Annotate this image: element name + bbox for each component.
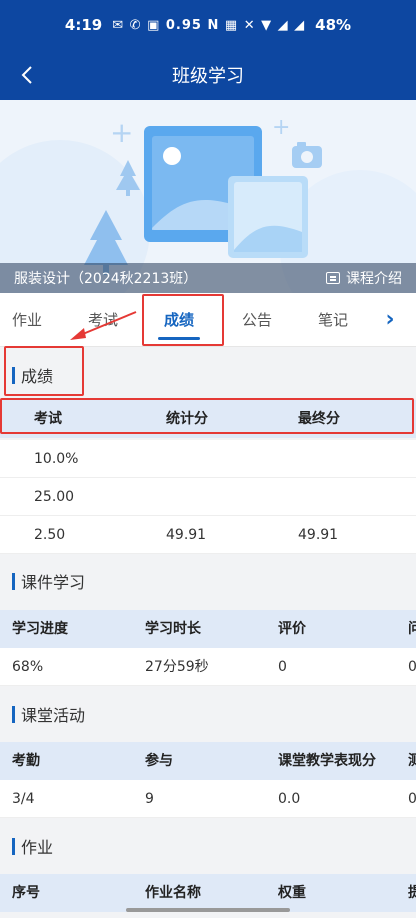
status-bar: 4:19 ✉ ✆ ▣ 0.95 N ▦ ✕ ▼ ◢ ◢ 48% [0, 0, 416, 50]
table-cell: 25.00 [34, 489, 75, 505]
homework-col-weight: 权重 [278, 885, 306, 901]
table-cell: 10.0% [34, 451, 79, 467]
table-cell: 2.50 [34, 527, 66, 543]
page-title: 班级学习 [172, 66, 244, 87]
section-classroom: 课堂活动 [0, 689, 416, 739]
status-icons: ✉ ✆ ▣ 0.95 N ▦ ✕ ▼ ◢ ◢ [112, 17, 306, 33]
section-courseware-title: 课件学习 [21, 573, 86, 592]
table-cell: 0 [408, 659, 416, 675]
table-cell: 68% [12, 659, 44, 675]
document-icon [326, 272, 340, 284]
home-indicator[interactable] [126, 908, 290, 912]
annotation-box-grades-header [0, 398, 414, 434]
section-classroom-title: 课堂活动 [21, 706, 86, 725]
courseware-col-rating: 评价 [278, 621, 306, 637]
table-cell: 3/4 [12, 791, 35, 807]
homework-col-index: 序号 [12, 885, 40, 901]
courseware-col-progress: 学习进度 [12, 621, 68, 637]
section-marker [12, 572, 15, 590]
table-row: 2.50 49.91 49.91 [0, 516, 416, 554]
courseware-col-questions: 问 [408, 621, 416, 637]
table-row: 3/4 9 0.0 0 [0, 780, 416, 818]
tab-notes[interactable]: 笔记 [312, 293, 354, 347]
homework-col-submit: 提 [408, 885, 416, 901]
table-cell: 0 [278, 659, 287, 675]
classroom-col-test: 测 [408, 753, 416, 769]
tab-announcement[interactable]: 公告 [236, 293, 278, 347]
classroom-col-attendance: 考勤 [12, 753, 40, 769]
status-time: 4:19 [64, 16, 103, 34]
course-banner: + + 服装设计（2024秋2213班） 课程介绍 [0, 100, 416, 293]
table-row: 68% 27分59秒 0 0 [0, 648, 416, 686]
homework-table-header: 序号 作业名称 权重 提 [0, 874, 416, 912]
chevron-left-icon[interactable] [16, 60, 40, 90]
table-row: 25.00 [0, 478, 416, 516]
annotation-arrow-icon [70, 311, 137, 340]
courseware-col-duration: 学习时长 [145, 621, 201, 637]
tab-homework[interactable]: 作业 [6, 293, 48, 347]
section-marker [12, 705, 15, 723]
section-homework: 作业 [0, 821, 416, 871]
courseware-table-header: 学习进度 学习时长 评价 问 [0, 610, 416, 648]
table-cell: 49.91 [298, 527, 339, 543]
chevron-right-icon[interactable]: › [378, 293, 402, 347]
annotation-box-grades-title [4, 346, 84, 396]
classroom-table-header: 考勤 参与 课堂教学表现分 测 [0, 742, 416, 780]
table-cell: 27分59秒 [145, 659, 209, 675]
table-cell: 49.91 [166, 527, 207, 543]
section-courseware: 课件学习 [0, 556, 416, 606]
course-name: 服装设计（2024秋2213班） [14, 271, 198, 287]
section-homework-title: 作业 [21, 838, 54, 857]
svg-text:+: + [110, 116, 133, 149]
homework-col-name: 作业名称 [145, 885, 201, 901]
battery-level: 48% [315, 16, 352, 34]
classroom-col-participation: 参与 [145, 753, 173, 769]
table-cell: 0.0 [278, 791, 301, 807]
table-cell: 0 [408, 791, 416, 807]
course-intro-button[interactable]: 课程介绍 [326, 268, 402, 288]
course-intro-label: 课程介绍 [346, 271, 402, 287]
section-marker [12, 837, 15, 855]
classroom-col-performance: 课堂教学表现分 [278, 753, 376, 769]
annotation-box-grades-tab [142, 294, 224, 346]
table-cell: 9 [145, 791, 154, 807]
title-bar: 班级学习 [0, 50, 416, 100]
table-row: 10.0% [0, 440, 416, 478]
svg-text:+: + [272, 115, 290, 140]
course-bar: 服装设计（2024秋2213班） 课程介绍 [0, 263, 416, 293]
